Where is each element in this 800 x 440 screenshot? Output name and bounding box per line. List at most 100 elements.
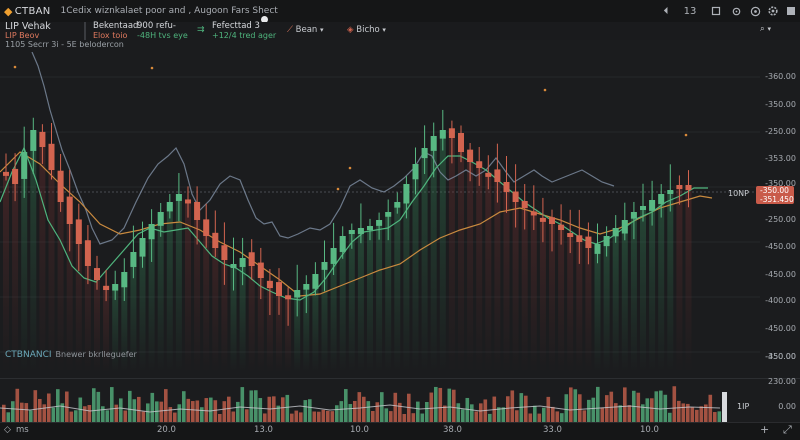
- time-axis[interactable]: ◇ ms 20.0 13.0 10.0 38.0 33.0 10.0 + ⤢: [0, 422, 800, 440]
- volume-bar: [528, 413, 533, 422]
- volume-bar: [38, 398, 42, 422]
- volume-bar: [357, 392, 362, 422]
- candle-body: [485, 172, 492, 177]
- volume-bar: [573, 389, 578, 422]
- prev-icon[interactable]: ⏴: [655, 0, 677, 22]
- candle-glow: [567, 233, 574, 372]
- fullscreen-icon[interactable]: ⤢: [783, 423, 792, 437]
- volume-bar: [213, 400, 218, 422]
- volume-bar: [83, 406, 87, 422]
- candle-body: [576, 235, 583, 242]
- volume-bar: [650, 398, 654, 422]
- info-row: LIP Vehak LIP Beov Bekentaad Elox toio 9…: [0, 21, 800, 40]
- candle-glow: [467, 149, 474, 372]
- stat3-block: ⇉ Fefecttad 3 +12/4 tred ager: [197, 21, 276, 40]
- candle-glow: [376, 220, 383, 372]
- volume-bar: [312, 411, 317, 422]
- app-brand[interactable]: ◆ CTBAN: [0, 5, 51, 18]
- candle-glow: [485, 172, 492, 372]
- volume-bar: [236, 401, 240, 422]
- candle-body: [21, 152, 28, 179]
- price-axis[interactable]: -360.00 -350.00 -250.00 -353.00 -350.00 …: [762, 52, 800, 375]
- style-dropdown-label: Bicho: [356, 25, 380, 35]
- candle-body: [121, 272, 128, 288]
- settings-diamond-icon[interactable]: ◇: [4, 425, 11, 435]
- window-icon[interactable]: [782, 0, 800, 22]
- chevron-down-icon: ▾: [767, 25, 771, 33]
- volume-bar: [452, 389, 456, 422]
- volume-bar: [362, 396, 366, 422]
- volume-bar: [218, 413, 222, 422]
- toolbar-count: 13: [683, 5, 697, 17]
- volume-bar: [141, 411, 146, 422]
- volume-bar: [353, 400, 357, 422]
- volume-bar: [168, 407, 173, 422]
- gear-icon[interactable]: [764, 0, 782, 22]
- current-price-tag: -350.00 -351.450: [756, 186, 794, 204]
- candle-body: [48, 143, 55, 170]
- volume-axis-top: 230.00: [768, 377, 796, 386]
- candle-body: [30, 130, 37, 151]
- settings-small-icon[interactable]: [727, 0, 745, 22]
- volume-bar: [582, 410, 587, 422]
- volume-bar: [501, 407, 506, 422]
- logo-icon: ◆: [4, 4, 13, 18]
- candle-body: [430, 136, 437, 151]
- price-axis-label: -360.00: [765, 72, 796, 81]
- camera-icon[interactable]: [746, 0, 764, 22]
- candle-body: [221, 245, 228, 260]
- price-axis-label: -450.00: [765, 324, 796, 333]
- candle-glow: [357, 228, 364, 372]
- volume-bar: [591, 397, 596, 422]
- volume-bar: [542, 407, 546, 422]
- candle-body: [585, 236, 592, 248]
- candle-glow: [367, 226, 373, 372]
- volume-bar: [371, 411, 375, 422]
- candle-body: [148, 224, 155, 240]
- current-price-sub: -351.450: [760, 195, 794, 204]
- volume-chart[interactable]: [0, 378, 800, 422]
- candle-glow: [640, 206, 646, 372]
- volume-bar: [393, 392, 398, 422]
- candle-body: [567, 233, 574, 238]
- candle-body: [3, 171, 9, 176]
- candle-body: [503, 181, 510, 192]
- volume-bar: [366, 401, 371, 422]
- volume-bar: [24, 403, 29, 422]
- candle-body: [412, 164, 419, 180]
- candle-body: [530, 211, 537, 216]
- volume-bar: [677, 400, 681, 422]
- volume-bar: [402, 413, 407, 422]
- style-dropdown[interactable]: ◈ Bicho ▾: [347, 25, 386, 35]
- indicator-dropdown[interactable]: ⟋ Bean ▾: [287, 25, 324, 35]
- volume-axis-mid: 0.00: [778, 402, 796, 411]
- volume-bar: [15, 388, 20, 422]
- candle-body: [57, 170, 64, 202]
- candle-body: [194, 201, 201, 220]
- volume-bar: [263, 413, 267, 422]
- search-button[interactable]: ⌕ ▾: [760, 24, 771, 34]
- volume-bar: [537, 413, 542, 422]
- volume-bar: [425, 401, 429, 422]
- volume-bar: [546, 396, 551, 422]
- volume-bar: [254, 390, 258, 422]
- candle-glow: [348, 230, 355, 372]
- watermark-text: CTBNANCI: [5, 350, 52, 360]
- symbol-line: 1105 Secrr 3i - 5E belodercon: [5, 40, 124, 49]
- volume-bar: [74, 410, 78, 422]
- volume-bar: [479, 403, 483, 422]
- candle-body: [285, 295, 292, 300]
- candle-glow: [394, 202, 401, 372]
- volume-bar: [389, 411, 393, 422]
- volume-bar: [339, 401, 344, 422]
- volume-bar: [182, 391, 186, 422]
- volume-bar: [668, 412, 672, 422]
- volume-bar: [164, 389, 168, 422]
- volume-bar: [204, 398, 209, 422]
- zoom-in-icon[interactable]: +: [760, 423, 769, 436]
- symbol-line-row: 1105 Secrr 3i - 5E belodercon: [0, 40, 800, 52]
- price-chart[interactable]: [0, 52, 800, 375]
- bookmark-icon[interactable]: [707, 0, 725, 22]
- symbol-block[interactable]: LIP Vehak LIP Beov: [5, 21, 85, 40]
- diamond-icon: ◈: [347, 25, 354, 35]
